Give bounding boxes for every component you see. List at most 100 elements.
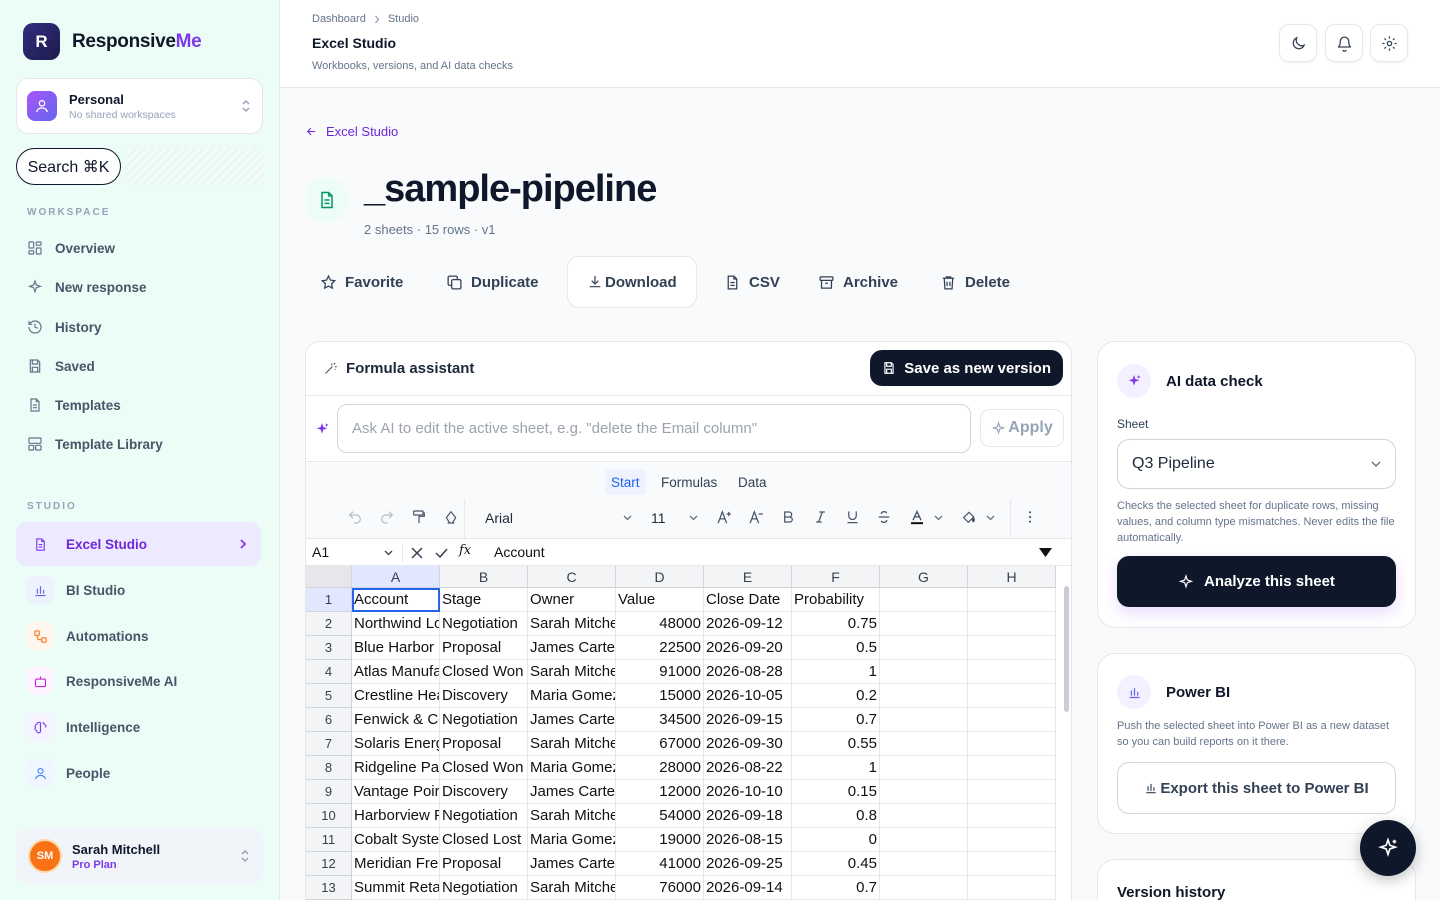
archive-button[interactable]: Archive: [818, 256, 898, 308]
grid-cell[interactable]: [968, 828, 1056, 852]
cancel-edit-icon[interactable]: [411, 547, 423, 559]
grid-cell[interactable]: [968, 684, 1056, 708]
grid-cell[interactable]: 0.7: [792, 708, 880, 732]
italic-icon[interactable]: [813, 509, 828, 525]
grid-cell[interactable]: Ridgeline Pa: [352, 756, 440, 780]
grid-cell[interactable]: Negotiation: [440, 804, 528, 828]
row-header[interactable]: 1: [306, 588, 352, 612]
grid-cell[interactable]: [880, 708, 968, 732]
grid-cell[interactable]: [968, 660, 1056, 684]
grid-cell[interactable]: Maria Gomez: [528, 828, 616, 852]
sidebar-item-new-response[interactable]: New response: [27, 279, 147, 295]
grid-cell[interactable]: 2026-09-30: [704, 732, 792, 756]
grid-cell[interactable]: 2026-08-28: [704, 660, 792, 684]
grid-cell[interactable]: James Carte: [528, 852, 616, 876]
row-header[interactable]: 11: [306, 828, 352, 852]
grid-cell[interactable]: 91000: [616, 660, 704, 684]
grid-cell[interactable]: [968, 804, 1056, 828]
grid-cell[interactable]: Maria Gomez: [528, 684, 616, 708]
more-vertical-icon[interactable]: [1022, 509, 1038, 525]
select-all-corner[interactable]: [306, 566, 352, 588]
grid-cell[interactable]: Sarah Mitche: [528, 612, 616, 636]
grid-cell[interactable]: 48000: [616, 612, 704, 636]
grid-cell[interactable]: Vantage Poir: [352, 780, 440, 804]
grid-cell[interactable]: [968, 756, 1056, 780]
grid-cell[interactable]: 41000: [616, 852, 704, 876]
grid-cell[interactable]: 12000: [616, 780, 704, 804]
decrease-font-icon[interactable]: [748, 509, 765, 526]
grid-cell[interactable]: Atlas Manufa: [352, 660, 440, 684]
grid-cell[interactable]: Negotiation: [440, 708, 528, 732]
grid-cell[interactable]: 0.2: [792, 684, 880, 708]
grid-cell[interactable]: [880, 660, 968, 684]
grid-cell[interactable]: Harborview F: [352, 804, 440, 828]
cell-reference-box[interactable]: A1: [312, 544, 329, 560]
redo-icon[interactable]: [379, 509, 395, 525]
grid-cell[interactable]: [880, 852, 968, 876]
grid-cell[interactable]: 0.55: [792, 732, 880, 756]
grid-cell[interactable]: 1: [792, 756, 880, 780]
grid-cell[interactable]: 0.7: [792, 876, 880, 900]
grid-cell[interactable]: 67000: [616, 732, 704, 756]
column-header[interactable]: C: [528, 566, 616, 588]
grid-cell[interactable]: Negotiation: [440, 876, 528, 900]
row-header[interactable]: 9: [306, 780, 352, 804]
increase-font-icon[interactable]: [716, 509, 733, 526]
grid-cell[interactable]: Proposal: [440, 732, 528, 756]
grid-cell[interactable]: [880, 612, 968, 636]
grid-cell[interactable]: 1: [792, 660, 880, 684]
grid-cell[interactable]: Fenwick & Co: [352, 708, 440, 732]
grid-cell[interactable]: [968, 780, 1056, 804]
column-header[interactable]: E: [704, 566, 792, 588]
grid-cell[interactable]: Crestline Hea: [352, 684, 440, 708]
column-header[interactable]: A: [352, 566, 440, 588]
row-header[interactable]: 13: [306, 876, 352, 900]
grid-cell[interactable]: Closed Won: [440, 756, 528, 780]
clear-format-icon[interactable]: [443, 509, 459, 525]
notifications-button[interactable]: [1325, 24, 1363, 62]
underline-icon[interactable]: [845, 509, 860, 525]
row-header[interactable]: 7: [306, 732, 352, 756]
grid-cell[interactable]: 2026-09-18: [704, 804, 792, 828]
grid-cell[interactable]: 2026-09-14: [704, 876, 792, 900]
ai-assistant-fab[interactable]: [1360, 820, 1416, 876]
sidebar-item-bi-studio[interactable]: BI Studio: [16, 568, 261, 612]
sidebar-item-people[interactable]: People: [16, 751, 261, 795]
grid-cell[interactable]: 76000: [616, 876, 704, 900]
sidebar-item-responsiveme-ai[interactable]: ResponsiveMe AI: [16, 659, 261, 703]
fill-color-icon[interactable]: [961, 509, 977, 525]
grid-cell[interactable]: Close Date: [704, 588, 792, 612]
grid-cell[interactable]: Discovery: [440, 684, 528, 708]
grid-cell[interactable]: Summit Reta: [352, 876, 440, 900]
grid-cell[interactable]: [880, 828, 968, 852]
grid-cell[interactable]: Sarah Mitche: [528, 732, 616, 756]
font-size-select[interactable]: 11: [651, 510, 666, 526]
grid-cell[interactable]: [880, 684, 968, 708]
breadcrumb-item[interactable]: Dashboard: [312, 13, 366, 25]
row-header[interactable]: 10: [306, 804, 352, 828]
grid-cell[interactable]: 54000: [616, 804, 704, 828]
grid-cell[interactable]: 2026-10-10: [704, 780, 792, 804]
save-as-new-version-button[interactable]: Save as new version: [870, 350, 1063, 386]
formula-input[interactable]: Account: [494, 544, 545, 560]
text-color-icon[interactable]: [909, 509, 925, 526]
grid-cell[interactable]: 2026-09-12: [704, 612, 792, 636]
tab-start[interactable]: Start: [605, 469, 646, 495]
grid-cell[interactable]: Owner: [528, 588, 616, 612]
grid-cell[interactable]: 2026-09-25: [704, 852, 792, 876]
grid-cell[interactable]: [880, 804, 968, 828]
back-link[interactable]: Excel Studio: [305, 124, 398, 139]
grid-cell[interactable]: [880, 780, 968, 804]
grid-cell[interactable]: 0.45: [792, 852, 880, 876]
analyze-sheet-button[interactable]: Analyze this sheet: [1117, 556, 1396, 607]
theme-toggle-button[interactable]: [1279, 24, 1317, 62]
paint-format-icon[interactable]: [411, 509, 427, 525]
grid-cell[interactable]: 0.5: [792, 636, 880, 660]
grid-cell[interactable]: [968, 732, 1056, 756]
undo-icon[interactable]: [347, 509, 363, 525]
row-header[interactable]: 5: [306, 684, 352, 708]
grid-cell[interactable]: James Carte: [528, 780, 616, 804]
grid-cell[interactable]: 0.8: [792, 804, 880, 828]
caret-down-icon[interactable]: [1039, 548, 1052, 557]
column-header[interactable]: G: [880, 566, 968, 588]
